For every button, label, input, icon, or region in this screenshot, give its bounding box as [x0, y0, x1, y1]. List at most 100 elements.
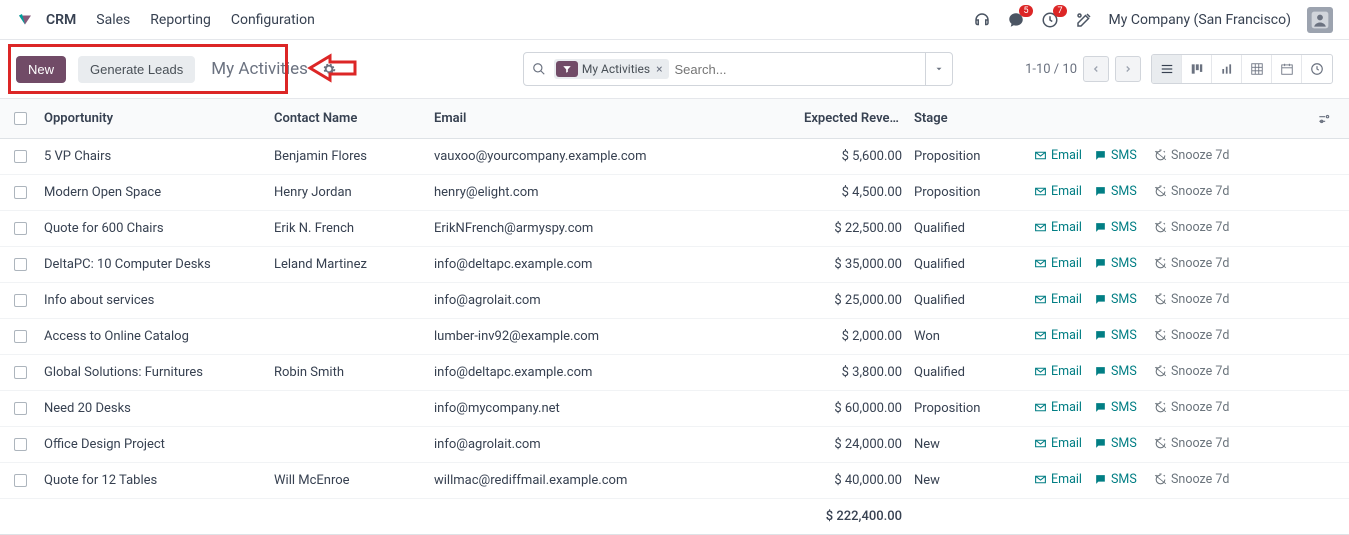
email-action[interactable]: Email — [1034, 256, 1082, 271]
row-checkbox-cell — [0, 258, 40, 271]
gear-icon[interactable] — [322, 62, 336, 76]
col-stage[interactable]: Stage — [910, 111, 1030, 126]
cell-revenue: $ 5,600.00 — [800, 149, 910, 164]
table-row[interactable]: Quote for 600 Chairs Erik N. French Erik… — [0, 211, 1349, 247]
email-action[interactable]: Email — [1034, 436, 1082, 451]
cell-revenue: $ 35,000.00 — [800, 257, 910, 272]
nav-configuration[interactable]: Configuration — [231, 12, 315, 28]
cell-email: henry@elight.com — [430, 185, 800, 200]
search-dropdown-toggle[interactable] — [925, 53, 952, 85]
sms-action[interactable]: SMS — [1094, 292, 1137, 307]
row-checkbox[interactable] — [14, 474, 27, 487]
activities-icon[interactable]: 7 — [1041, 11, 1059, 29]
row-checkbox[interactable] — [14, 258, 27, 271]
table-row[interactable]: Info about services info@agrolait.com $ … — [0, 283, 1349, 319]
row-checkbox[interactable] — [14, 150, 27, 163]
cell-opportunity: Access to Online Catalog — [40, 329, 270, 344]
filter-chip: My Activities × — [554, 59, 669, 79]
nav-reporting[interactable]: Reporting — [150, 12, 211, 28]
table-row[interactable]: Need 20 Desks info@mycompany.net $ 60,00… — [0, 391, 1349, 427]
table-row[interactable]: Global Solutions: Furnitures Robin Smith… — [0, 355, 1349, 391]
row-checkbox[interactable] — [14, 330, 27, 343]
email-action[interactable]: Email — [1034, 364, 1082, 379]
cell-stage: New — [910, 437, 1030, 452]
cell-stage: Proposition — [910, 401, 1030, 416]
table-row[interactable]: DeltaPC: 10 Computer Desks Leland Martin… — [0, 247, 1349, 283]
snooze-action[interactable]: Snooze 7d — [1154, 328, 1229, 343]
search-input[interactable] — [675, 62, 925, 77]
user-avatar[interactable] — [1307, 7, 1333, 33]
control-bar: New Generate Leads My Activities My Acti… — [0, 40, 1349, 98]
chip-close-icon[interactable]: × — [656, 62, 662, 76]
email-action[interactable]: Email — [1034, 400, 1082, 415]
table-footer: $ 222,400.00 — [0, 499, 1349, 535]
email-action[interactable]: Email — [1034, 328, 1082, 343]
cell-opportunity: Office Design Project — [40, 437, 270, 452]
tools-icon[interactable] — [1075, 11, 1093, 29]
sms-action[interactable]: SMS — [1094, 328, 1137, 343]
col-email[interactable]: Email — [430, 111, 800, 126]
row-checkbox[interactable] — [14, 294, 27, 307]
snooze-action[interactable]: Snooze 7d — [1154, 364, 1229, 379]
company-name[interactable]: My Company (San Francisco) — [1109, 12, 1291, 28]
snooze-action[interactable]: Snooze 7d — [1154, 256, 1229, 271]
row-checkbox[interactable] — [14, 222, 27, 235]
generate-leads-button[interactable]: Generate Leads — [78, 56, 195, 83]
table-row[interactable]: Access to Online Catalog lumber-inv92@ex… — [0, 319, 1349, 355]
pager-next[interactable] — [1115, 56, 1141, 82]
messages-icon[interactable]: 5 — [1007, 11, 1025, 29]
snooze-action[interactable]: Snooze 7d — [1154, 436, 1229, 451]
cell-contact: Benjamin Flores — [270, 149, 430, 164]
table-row[interactable]: Quote for 12 Tables Will McEnroe willmac… — [0, 463, 1349, 499]
view-graph-icon[interactable] — [1212, 55, 1242, 83]
cell-opportunity: Quote for 600 Chairs — [40, 221, 270, 236]
sms-action[interactable]: SMS — [1094, 472, 1137, 487]
snooze-action[interactable]: Snooze 7d — [1154, 220, 1229, 235]
select-all-checkbox[interactable] — [14, 112, 27, 125]
email-action[interactable]: Email — [1034, 184, 1082, 199]
pager-prev[interactable] — [1083, 56, 1109, 82]
row-checkbox[interactable] — [14, 402, 27, 415]
view-kanban-icon[interactable] — [1182, 55, 1212, 83]
cell-opportunity: Global Solutions: Furnitures — [40, 365, 270, 380]
table-row[interactable]: Modern Open Space Henry Jordan henry@eli… — [0, 175, 1349, 211]
view-switcher — [1151, 54, 1333, 84]
snooze-action[interactable]: Snooze 7d — [1154, 292, 1229, 307]
view-list-icon[interactable] — [1152, 55, 1182, 83]
table-row[interactable]: 5 VP Chairs Benjamin Flores vauxoo@yourc… — [0, 139, 1349, 175]
email-action[interactable]: Email — [1034, 292, 1082, 307]
table-row[interactable]: Office Design Project info@agrolait.com … — [0, 427, 1349, 463]
row-checkbox[interactable] — [14, 186, 27, 199]
col-contact[interactable]: Contact Name — [270, 111, 430, 126]
sms-action[interactable]: SMS — [1094, 400, 1137, 415]
snooze-action[interactable]: Snooze 7d — [1154, 472, 1229, 487]
cell-stage: Qualified — [910, 365, 1030, 380]
sms-action[interactable]: SMS — [1094, 364, 1137, 379]
nav-sales[interactable]: Sales — [96, 12, 130, 28]
sms-action[interactable]: SMS — [1094, 220, 1137, 235]
headset-icon[interactable] — [973, 11, 991, 29]
email-action[interactable]: Email — [1034, 148, 1082, 163]
sms-action[interactable]: SMS — [1094, 256, 1137, 271]
sms-action[interactable]: SMS — [1094, 436, 1137, 451]
sms-action[interactable]: SMS — [1094, 148, 1137, 163]
snooze-action[interactable]: Snooze 7d — [1154, 184, 1229, 199]
view-activity-icon[interactable] — [1302, 55, 1332, 83]
email-action[interactable]: Email — [1034, 472, 1082, 487]
row-checkbox[interactable] — [14, 438, 27, 451]
nav-crm[interactable]: CRM — [46, 12, 76, 28]
cell-revenue: $ 24,000.00 — [800, 437, 910, 452]
view-pivot-icon[interactable] — [1242, 55, 1272, 83]
view-calendar-icon[interactable] — [1272, 55, 1302, 83]
cell-revenue: $ 3,800.00 — [800, 365, 910, 380]
snooze-action[interactable]: Snooze 7d — [1154, 400, 1229, 415]
sms-action[interactable]: SMS — [1094, 184, 1137, 199]
snooze-action[interactable]: Snooze 7d — [1154, 148, 1229, 163]
email-action[interactable]: Email — [1034, 220, 1082, 235]
col-revenue[interactable]: Expected Revenue — [800, 111, 910, 126]
row-checkbox[interactable] — [14, 366, 27, 379]
column-settings-icon[interactable] — [1270, 112, 1349, 126]
col-opportunity[interactable]: Opportunity — [40, 111, 270, 126]
cell-email: info@agrolait.com — [430, 293, 800, 308]
new-button[interactable]: New — [16, 56, 66, 83]
